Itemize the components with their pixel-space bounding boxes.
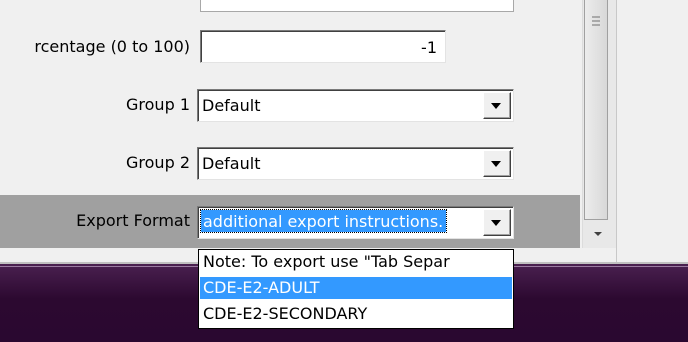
grip-icon: [592, 16, 600, 26]
group1-dropdown-button[interactable]: [483, 92, 511, 119]
dropdown-option-selected[interactable]: CDE-E2-ADULT: [200, 277, 512, 299]
group2-value: Default: [202, 154, 261, 173]
export-format-dropdown-button[interactable]: [483, 209, 511, 236]
group2-label: Group 2: [126, 153, 190, 172]
group1-value: Default: [202, 96, 261, 115]
percentage-value: -1: [421, 38, 437, 57]
dropdown-option[interactable]: Note: To export use "Tab Separ: [200, 251, 512, 273]
group2-dropdown-button[interactable]: [483, 150, 511, 177]
percentage-input[interactable]: -1: [200, 30, 446, 63]
chevron-down-icon: [491, 220, 501, 226]
export-format-label: Export Format: [76, 211, 190, 230]
export-format-dropdown-list[interactable]: Note: To export use "Tab Separ CDE-E2-AD…: [198, 249, 514, 329]
scrollbar-thumb[interactable]: [584, 0, 608, 220]
chevron-down-icon: [491, 161, 501, 167]
dropdown-option[interactable]: CDE-E2-SECONDARY: [200, 303, 512, 325]
scroll-down-button[interactable]: [586, 222, 610, 246]
group2-combo[interactable]: Default: [197, 147, 514, 180]
export-format-value: additional export instructions.: [199, 209, 448, 233]
arrow-down-icon: [594, 232, 602, 236]
group1-combo[interactable]: Default: [197, 89, 514, 122]
group1-label: Group 1: [126, 95, 190, 114]
chevron-down-icon: [491, 103, 501, 109]
percentage-label: rcentage (0 to 100): [34, 37, 190, 56]
export-format-combo[interactable]: additional export instructions.: [197, 206, 514, 239]
top-input-field[interactable]: [200, 0, 514, 12]
right-panel: [616, 0, 688, 264]
